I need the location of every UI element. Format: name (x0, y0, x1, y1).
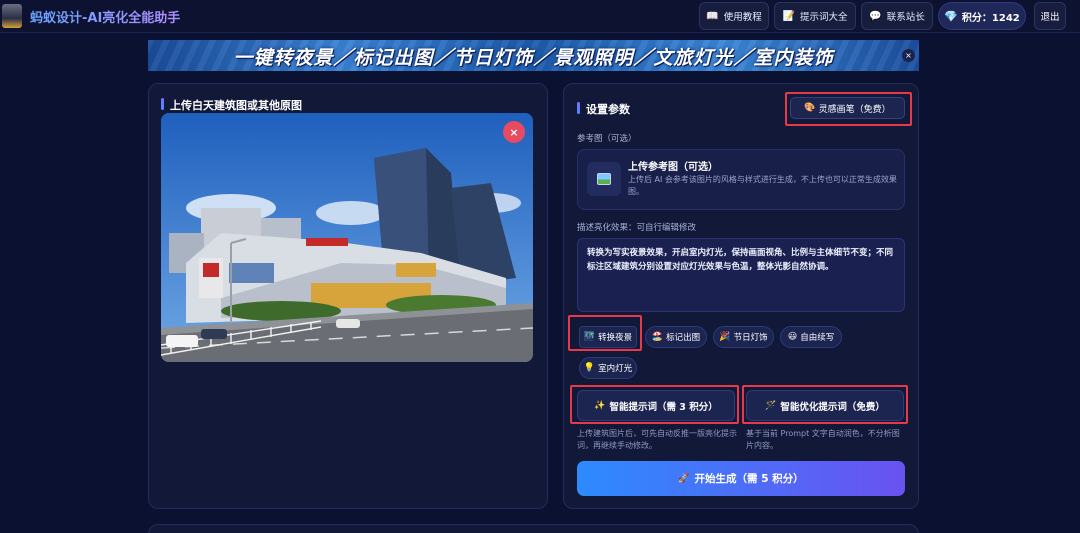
prompt-library-button[interactable]: 📝 提示词大全 (774, 2, 856, 30)
reference-upload-desc: 上传后 AI 会参考该图片的风格与样式进行生成，不上传也可以正常生成效果图。 (628, 175, 897, 196)
rocket-icon: 🚀 (678, 473, 690, 484)
smart-prompt-hint: 上传建筑图片后，可先自动反推一版亮化提示词，再继续手动修改。 (577, 429, 737, 450)
highlight-box-night-scene (568, 315, 642, 351)
app-logo (2, 4, 22, 28)
banner-close-icon[interactable]: × (902, 49, 915, 62)
generate-label: 开始生成（需 5 积分） (694, 473, 804, 485)
reference-image-label: 参考图（可选） (577, 134, 637, 144)
app-title: 蚂蚁设计-AI亮化全能助手 (30, 7, 180, 26)
preset-annotate-button[interactable]: 🏖️ 标记出图 (645, 326, 707, 348)
contact-admin-label: 联系站长 (886, 12, 925, 23)
contact-admin-button[interactable]: 💬 联系站长 (861, 2, 933, 30)
party-popper-icon: 🎉 (719, 332, 731, 342)
upload-section-title: 上传白天建筑图或其他原图 (161, 97, 302, 113)
points-badge[interactable]: 💎 积分：1242 (938, 2, 1026, 30)
chat-bubble-icon: 💬 (869, 10, 882, 22)
preset-freewrite-label: 自由续写 (800, 333, 835, 343)
preset-annotate-label: 标记出图 (666, 333, 701, 343)
generate-button[interactable]: 🚀 开始生成（需 5 积分） (577, 461, 905, 496)
uploaded-building-image[interactable] (161, 113, 533, 362)
description-text: 转换为写实夜景效果，开启室内灯光，保持画面视角、比例与主体细节不变；不同标注区域… (587, 248, 894, 272)
beach-icon: 🏖️ (651, 332, 664, 342)
banner-text: 一键转夜景／标记出图／节日灯饰／景观照明／文旅灯光／室内装饰 (233, 47, 834, 69)
preset-freewrite-button[interactable]: 😃 自由续写 (780, 326, 842, 348)
preset-festival-label: 节日灯饰 (733, 333, 768, 343)
reference-upload-title: 上传参考图（可选） (628, 162, 718, 173)
highlight-box-inspiration (785, 92, 912, 126)
preset-festival-button[interactable]: 🎉 节日灯饰 (713, 326, 774, 348)
settings-section-title: 设置参数 (577, 101, 630, 117)
image-icon (587, 162, 621, 196)
prompt-library-label: 提示词大全 (799, 12, 848, 23)
preset-indoor-light-button[interactable]: 💡 室内灯光 (579, 357, 637, 379)
highlight-box-smart-prompt (570, 385, 739, 424)
results-panel (148, 524, 919, 533)
tutorial-label: 使用教程 (723, 12, 762, 23)
top-bar: 蚂蚁设计-AI亮化全能助手 📖 使用教程 📝 提示词大全 💬 联系站长 💎 积分… (0, 0, 1080, 33)
logout-button[interactable]: 退出 (1034, 2, 1066, 30)
notepad-icon: 📝 (782, 10, 795, 22)
promo-banner: 一键转夜景／标记出图／节日灯饰／景观照明／文旅灯光／室内装饰 (148, 40, 919, 71)
optimize-prompt-hint: 基于当前 Prompt 文字自动润色，不分析图片内容。 (746, 429, 900, 450)
remove-image-icon[interactable]: × (503, 121, 525, 143)
smiley-icon: 😃 (787, 332, 798, 342)
light-bulb-icon: 💡 (583, 363, 596, 373)
book-icon: 📖 (706, 10, 719, 22)
highlight-box-optimize-prompt (742, 385, 908, 424)
preset-indoor-light-label: 室内灯光 (598, 364, 633, 374)
points-label: 积分：1242 (961, 12, 1020, 24)
description-label: 描述亮化效果：可自行编辑修改 (577, 223, 697, 233)
tutorial-button[interactable]: 📖 使用教程 (699, 2, 769, 30)
diamond-icon: 💎 (944, 9, 958, 23)
